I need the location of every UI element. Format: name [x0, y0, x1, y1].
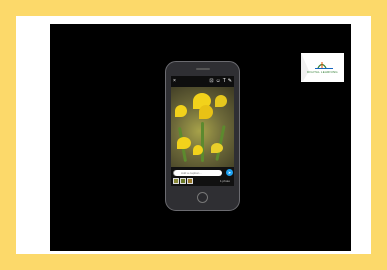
phone-device: × ⊡ ☺ T ✎ Add a caption... ➤ 1 photo	[165, 61, 240, 211]
edit-tools: ⊡ ☺ T ✎	[209, 79, 232, 84]
flower	[193, 145, 203, 155]
daffodil-photo	[171, 87, 234, 167]
close-icon[interactable]: ×	[173, 79, 176, 84]
caption-input[interactable]: Add a caption...	[174, 170, 222, 176]
thumbnail-strip	[173, 178, 193, 184]
logo-mark-icon	[301, 53, 333, 81]
brand-logo: DIGITAL LEARNING	[301, 53, 344, 82]
sticker-icon[interactable]: ☺	[216, 79, 221, 84]
photo-counter: 1 photo	[220, 179, 231, 183]
draw-icon[interactable]: ✎	[228, 79, 232, 84]
flower	[199, 105, 213, 119]
text-icon[interactable]: T	[223, 79, 226, 84]
thumbnail[interactable]	[180, 178, 186, 184]
home-button[interactable]	[197, 192, 208, 203]
edit-toolbar: × ⊡ ☺ T ✎	[171, 76, 234, 87]
crop-icon[interactable]: ⊡	[209, 79, 213, 84]
flower	[211, 143, 223, 153]
flower	[177, 137, 191, 149]
logo-text: DIGITAL LEARNING	[307, 70, 338, 74]
thumbnail[interactable]	[173, 178, 179, 184]
phone-screen: × ⊡ ☺ T ✎ Add a caption... ➤ 1 photo	[171, 76, 234, 186]
leaf	[201, 122, 204, 162]
flower	[175, 105, 187, 117]
send-button[interactable]: ➤	[226, 169, 233, 176]
flower	[215, 95, 227, 107]
thumbnail[interactable]	[187, 178, 193, 184]
phone-speaker	[196, 68, 210, 70]
